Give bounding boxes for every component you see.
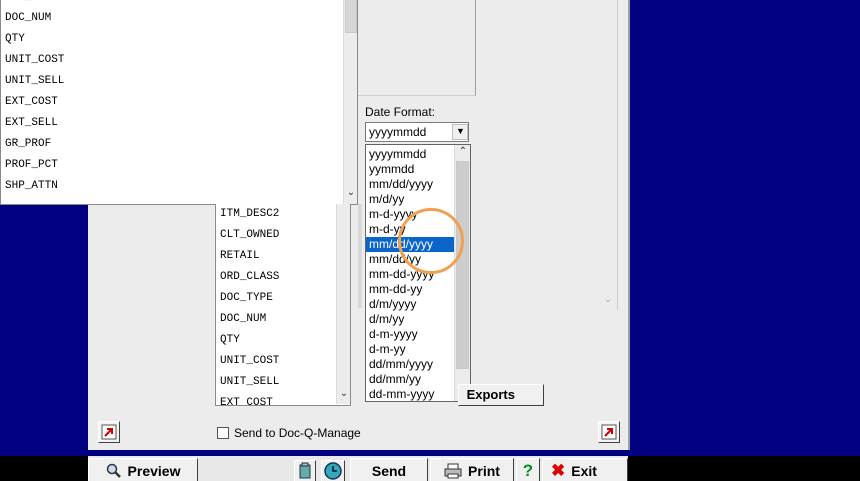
send-label: Send: [371, 463, 407, 479]
close-x-icon: ✖: [551, 461, 566, 480]
date-option[interactable]: yymmdd: [366, 162, 454, 177]
list-item[interactable]: CLT_OWNED: [216, 225, 336, 246]
date-format-select[interactable]: yyyymmdd ▼: [365, 122, 469, 142]
list-item[interactable]: SHP_ATTN: [1, 176, 343, 197]
date-option[interactable]: dd/mm/yyyy: [366, 357, 454, 372]
list-item[interactable]: RETAIL: [216, 246, 336, 267]
mid-list-scrollbar[interactable]: ⌄: [336, 204, 350, 404]
send-doc-q-checkbox[interactable]: [217, 427, 229, 439]
date-option[interactable]: d-m-yyyy: [366, 327, 454, 342]
list-item[interactable]: DOC_NUM: [1, 8, 343, 29]
date-option[interactable]: yyyymmdd: [366, 147, 454, 162]
list-item[interactable]: UNIT_COST: [216, 351, 336, 372]
list-item[interactable]: UNIT_COST: [1, 50, 343, 71]
list-item[interactable]: PROF_PCT: [1, 155, 343, 176]
date-option[interactable]: dd-mm-yyyy: [366, 387, 454, 402]
scroll-down-icon[interactable]: ⌄: [344, 187, 357, 198]
date-format-dropdown[interactable]: yyyymmdd yymmdd mm/dd/yyyy m/d/yy m-d-yyyy m-…: [365, 144, 471, 402]
date-option[interactable]: m/d/yy: [366, 192, 454, 207]
preview-label: Preview: [127, 463, 181, 479]
clock-icon: [324, 462, 342, 480]
exit-button[interactable]: ✖ Exit: [542, 458, 628, 481]
dropdown-arrow-button[interactable]: ▼: [452, 124, 468, 140]
list-item[interactable]: DOC_TYPE: [216, 288, 336, 309]
scroll-down-icon[interactable]: ⌄: [337, 388, 350, 399]
list-item[interactable]: QTY: [1, 29, 343, 50]
right-panel: [358, 0, 476, 96]
mid-field-list[interactable]: ITM_DESC2 CLT_OWNED RETAIL ORD_CLASS DOC_TYP…: [215, 204, 351, 406]
print-button[interactable]: Print: [430, 458, 514, 481]
print-label: Print: [468, 463, 500, 479]
chevron-down-icon: ▼: [456, 126, 465, 136]
date-format-value: yyyymmdd: [369, 125, 427, 139]
list-item[interactable]: EXT_COST: [216, 393, 336, 405]
help-button[interactable]: ?: [516, 458, 540, 481]
clipboard-button[interactable]: [294, 460, 316, 481]
list-item[interactable]: EXT_SELL: [1, 113, 343, 134]
export-arrow-icon: [601, 424, 617, 440]
date-option[interactable]: d/m/yyyy: [366, 297, 454, 312]
printer-icon: [444, 463, 462, 479]
left-list-scrollbar[interactable]: ⌄: [343, 0, 357, 204]
exports-button[interactable]: Exports: [458, 384, 544, 406]
list-item[interactable]: ITM_DESC2: [216, 204, 336, 225]
scroll-up-icon[interactable]: ⌃: [456, 146, 470, 157]
clipboard-icon: [299, 462, 311, 479]
left-corner-button[interactable]: [98, 421, 120, 443]
list-item[interactable]: UNIT_SELL: [1, 71, 343, 92]
send-button[interactable]: Send: [350, 458, 428, 481]
help-icon: ?: [522, 461, 534, 480]
list-item[interactable]: UNIT_SELL: [216, 372, 336, 393]
dropdown-scrollbar[interactable]: ⌃ ⌄: [454, 145, 470, 401]
date-option[interactable]: mm-dd-yy: [366, 282, 454, 297]
preview-button[interactable]: Preview: [88, 458, 198, 481]
date-option[interactable]: dd/mm/yy: [366, 372, 454, 387]
list-item[interactable]: ORD_CLASS: [216, 267, 336, 288]
list-item[interactable]: DOC_TITLE: [1, 0, 343, 8]
export-arrow-icon: [101, 424, 117, 440]
date-format-label: Date Format:: [365, 105, 436, 119]
magnifier-icon: [106, 463, 121, 478]
list-item[interactable]: GR_PROF: [1, 134, 343, 155]
date-option[interactable]: d/m/yy: [366, 312, 454, 327]
list-item[interactable]: QTY: [216, 330, 336, 351]
list-item[interactable]: DOC_NUM: [216, 309, 336, 330]
right-corner-button[interactable]: [598, 421, 620, 443]
right-scroll-down-icon[interactable]: ⌄: [602, 294, 614, 305]
clock-button[interactable]: [321, 460, 345, 481]
send-doc-q-label: Send to Doc-Q-Manage: [234, 426, 361, 440]
annotation-circle: [398, 208, 464, 274]
dropdown-scroll-thumb[interactable]: [456, 161, 469, 369]
right-frame: [600, 0, 618, 310]
left-list-scroll-thumb[interactable]: [345, 0, 357, 33]
list-item[interactable]: EXT_COST: [1, 92, 343, 113]
left-field-list[interactable]: DOC_TITLEDOC_NUMQTYUNIT_COSTUNIT_SELLEXT…: [0, 0, 358, 205]
exit-label: Exit: [571, 463, 597, 479]
date-option[interactable]: d-m-yy: [366, 342, 454, 357]
mid-divider: [358, 204, 362, 308]
date-option[interactable]: mm/dd/yyyy: [366, 177, 454, 192]
exports-label: Exports: [466, 387, 515, 402]
